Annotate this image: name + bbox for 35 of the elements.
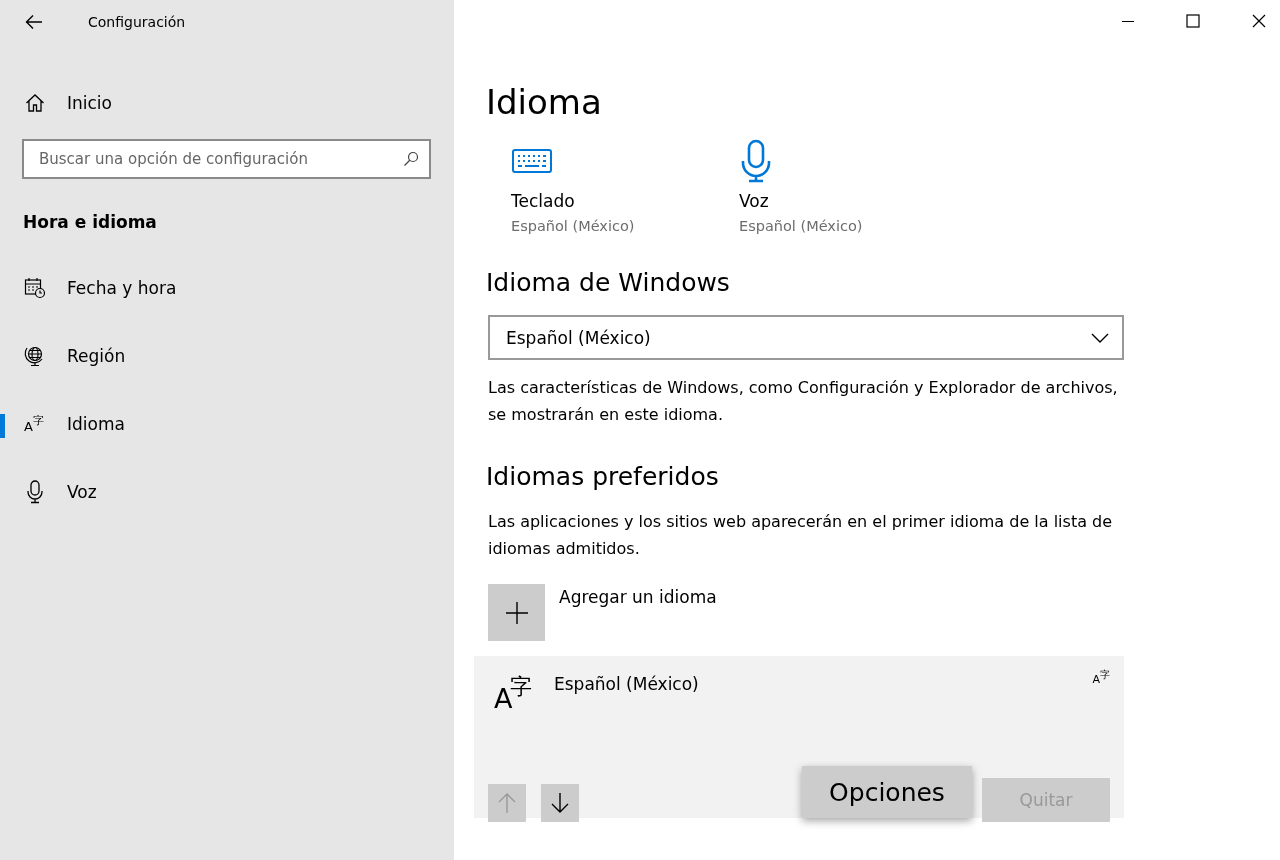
move-down-button[interactable] [541,784,579,822]
sidebar-item[interactable]: Fecha y hora [0,254,454,322]
description-text: Las aplicaciones y los sitios web aparecerán en el primer idioma de la lista de idiomas admitidos. [488,511,1114,560]
shortcut-link[interactable]: Voz [739,191,967,211]
add-language-link[interactable]: Agregar un idioma [559,587,717,607]
search-icon [403,151,419,167]
shortcut-link[interactable]: Teclado [511,191,739,211]
search-field[interactable]: Buscar una opción de configuración [22,139,431,179]
calendar-clock-icon [24,277,46,299]
back-arrow-icon[interactable] [25,14,43,30]
options-button[interactable]: Opciones [802,766,972,818]
arrow-down-icon [550,792,570,814]
section-heading: Idiomas preferidos [486,461,720,493]
arrow-up-icon [497,792,517,814]
section-heading: Idioma de Windows [486,267,731,299]
home-nav-item[interactable]: Inicio [0,69,454,137]
close-icon[interactable] [1252,14,1266,28]
maximize-icon[interactable] [1186,14,1200,28]
microphone-icon[interactable] [739,139,773,183]
keyboard-icon[interactable] [511,148,553,174]
microphone-icon [24,480,46,504]
shortcut-value: Español (México) [739,218,864,234]
chevron-down-icon [1091,332,1109,343]
home-icon [24,93,46,113]
language-dropdown[interactable]: Español (México) [488,315,1124,360]
sidebar-item[interactable]: Voz [0,458,454,526]
sidebar-item[interactable]: Región [0,322,454,390]
language-feature-icon: A字 [1092,670,1110,685]
page-title: Idioma [486,81,603,124]
plus-icon [504,600,529,625]
window-title: Configuración [88,14,186,30]
description-text: Las características de Windows, como Configuración y Explorador de archivos, se mostrarán en este idioma. [488,377,1119,426]
add-language-button[interactable] [488,584,545,641]
section-heading: Hora e idioma [22,211,158,234]
shortcut-value: Español (México) [511,218,636,234]
